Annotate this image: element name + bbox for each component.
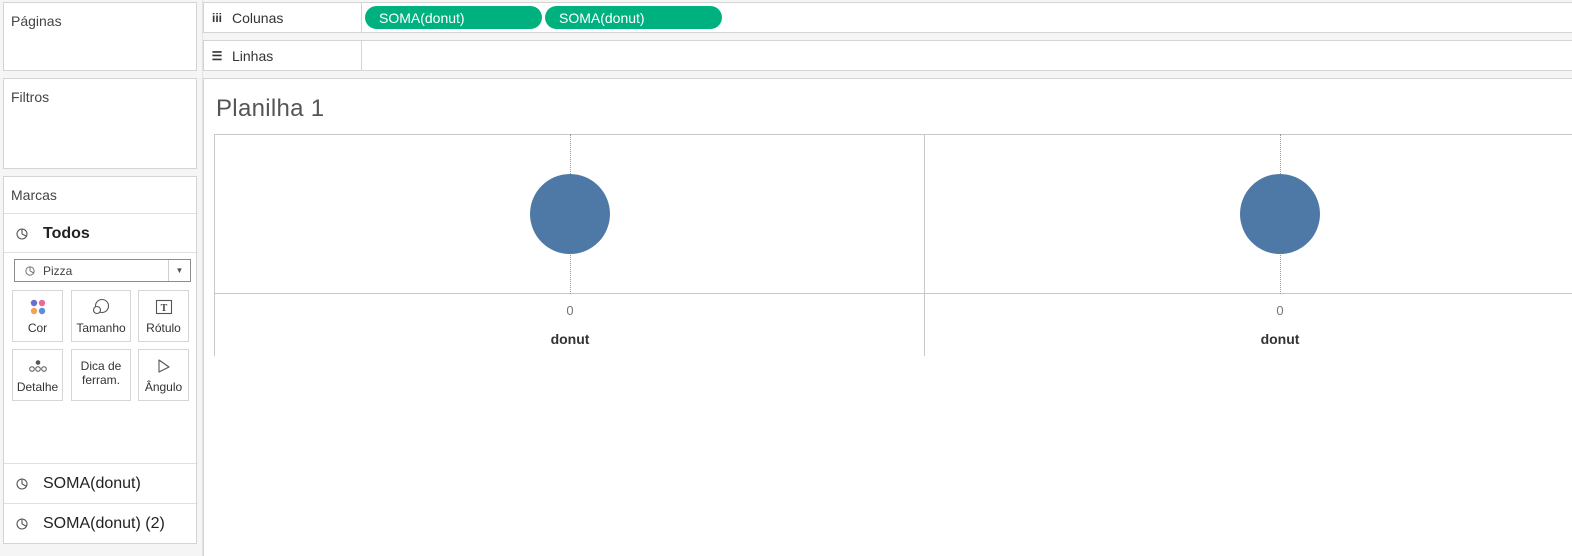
pie-icon xyxy=(16,477,28,490)
color-dots-icon xyxy=(30,299,45,315)
column-pill-1[interactable]: SOMA(donut) xyxy=(365,6,542,29)
pages-card[interactable]: Páginas xyxy=(3,2,197,71)
sheet-title[interactable]: Planilha 1 xyxy=(216,95,324,123)
rows-icon: ☰ xyxy=(211,48,223,63)
angle-icon xyxy=(157,359,170,373)
x-axis-title-2: donut xyxy=(1260,331,1300,347)
marks-card: Marcas Todos Pizza ▼ Cor Tamanho T Rótul… xyxy=(3,176,198,544)
marks-all-tab[interactable]: Todos xyxy=(4,213,198,253)
columns-label: Colunas xyxy=(232,9,284,26)
rows-label: Linhas xyxy=(232,47,274,64)
size-button-label: Tamanho xyxy=(76,321,126,335)
rows-shelf[interactable]: ☰ Linhas xyxy=(203,40,1572,71)
columns-shelf-label: iii Colunas xyxy=(204,3,362,32)
size-button[interactable]: Tamanho xyxy=(71,290,131,342)
measure-tab-2-label: SOMA(donut) (2) xyxy=(43,514,165,532)
label-button-label: Rótulo xyxy=(146,321,181,335)
worksheet-area: Planilha 1 0 donut 0 donut xyxy=(203,78,1572,556)
tooltip-button[interactable]: Dica de ferram. xyxy=(71,349,131,401)
pie-icon xyxy=(25,265,35,276)
tooltip-button-label: Dica de ferram. xyxy=(80,359,122,387)
chevron-down-icon[interactable]: ▼ xyxy=(168,260,190,281)
angle-button[interactable]: Ângulo xyxy=(138,349,189,401)
detail-icon xyxy=(28,360,47,372)
x-tick-1: 0 xyxy=(566,303,574,318)
color-button-label: Cor xyxy=(27,321,48,335)
label-button[interactable]: T Rótulo xyxy=(138,290,189,342)
pane-1: 0 donut xyxy=(214,134,924,356)
svg-text:T: T xyxy=(160,303,167,314)
marks-title: Marcas xyxy=(11,187,57,203)
measure-tab-2[interactable]: SOMA(donut) (2) xyxy=(4,503,198,543)
pages-title: Páginas xyxy=(11,13,62,29)
measure-tab-1-label: SOMA(donut) xyxy=(43,474,141,492)
pie-mark-1[interactable] xyxy=(530,174,610,254)
pie-icon xyxy=(16,517,28,530)
filters-title: Filtros xyxy=(11,89,50,105)
marks-all-label: Todos xyxy=(43,224,90,242)
columns-shelf[interactable]: iii Colunas SOMA(donut) SOMA(donut) xyxy=(203,2,1572,33)
detail-button-label: Detalhe xyxy=(16,380,59,394)
detail-button[interactable]: Detalhe xyxy=(12,349,63,401)
measure-tab-1[interactable]: SOMA(donut) xyxy=(4,463,198,503)
rows-shelf-label: ☰ Linhas xyxy=(204,41,362,70)
filters-card[interactable]: Filtros xyxy=(3,78,197,169)
mark-type-value: Pizza xyxy=(43,263,73,278)
pie-mark-2[interactable] xyxy=(1240,174,1320,254)
x-tick-2: 0 xyxy=(1276,303,1284,318)
column-pill-2[interactable]: SOMA(donut) xyxy=(545,6,722,29)
mark-type-dropdown[interactable]: Pizza ▼ xyxy=(14,259,191,282)
size-icon xyxy=(92,298,110,315)
color-button[interactable]: Cor xyxy=(12,290,63,342)
pane-2: 0 donut xyxy=(924,134,1572,356)
x-axis-title-1: donut xyxy=(550,331,590,347)
columns-icon: iii xyxy=(211,10,222,25)
angle-button-label: Ângulo xyxy=(144,380,183,394)
pie-icon xyxy=(16,227,28,240)
label-icon: T xyxy=(155,299,172,315)
